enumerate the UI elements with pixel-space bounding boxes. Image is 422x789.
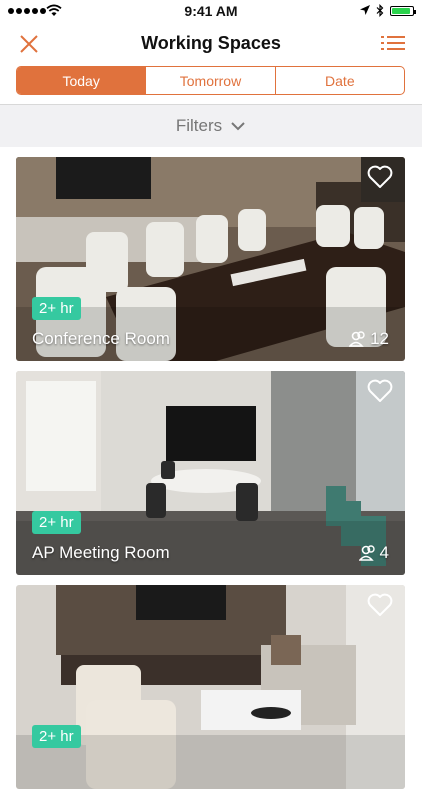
room-capacity: 12	[349, 329, 389, 349]
battery-level	[392, 7, 410, 14]
capacity-value: 4	[379, 543, 389, 562]
room-capacity: 4	[358, 543, 389, 563]
status-bar: 9:41 AM	[0, 0, 422, 22]
room-photo	[16, 585, 405, 789]
day-segmented-control: Today Tomorrow Date	[16, 66, 405, 95]
location-arrow-icon	[360, 5, 370, 15]
navigation-bar: Working Spaces	[0, 22, 422, 66]
room-card-ap-meeting[interactable]: 2+ hr AP Meeting Room 4	[16, 371, 405, 575]
room-card-conference[interactable]: 2+ hr Conference Room 12	[16, 157, 405, 361]
heart-icon[interactable]	[367, 165, 393, 189]
bluetooth-icon	[376, 4, 384, 17]
segment-today[interactable]: Today	[17, 67, 146, 94]
people-icon	[358, 545, 375, 561]
chevron-down-icon	[231, 122, 245, 131]
people-icon	[349, 331, 365, 347]
segment-date[interactable]: Date	[274, 67, 404, 94]
battery-icon	[390, 5, 416, 16]
duration-badge: 2+ hr	[32, 297, 81, 320]
room-card-lounge[interactable]: 2+ hr	[16, 585, 405, 789]
list-icon[interactable]	[378, 30, 408, 60]
filters-button[interactable]: Filters	[0, 105, 422, 147]
duration-badge: 2+ hr	[32, 725, 81, 748]
page-title: Working Spaces	[141, 33, 281, 53]
room-name: Conference Room	[32, 329, 170, 348]
filters-label: Filters	[175, 116, 223, 135]
heart-icon[interactable]	[367, 593, 393, 617]
status-time: 9:41 AM	[184, 3, 238, 19]
capacity-value: 12	[370, 329, 389, 348]
duration-badge: 2+ hr	[32, 511, 81, 534]
heart-icon[interactable]	[367, 379, 393, 403]
room-name: AP Meeting Room	[32, 543, 170, 562]
segment-tomorrow[interactable]: Tomorrow	[145, 67, 274, 94]
